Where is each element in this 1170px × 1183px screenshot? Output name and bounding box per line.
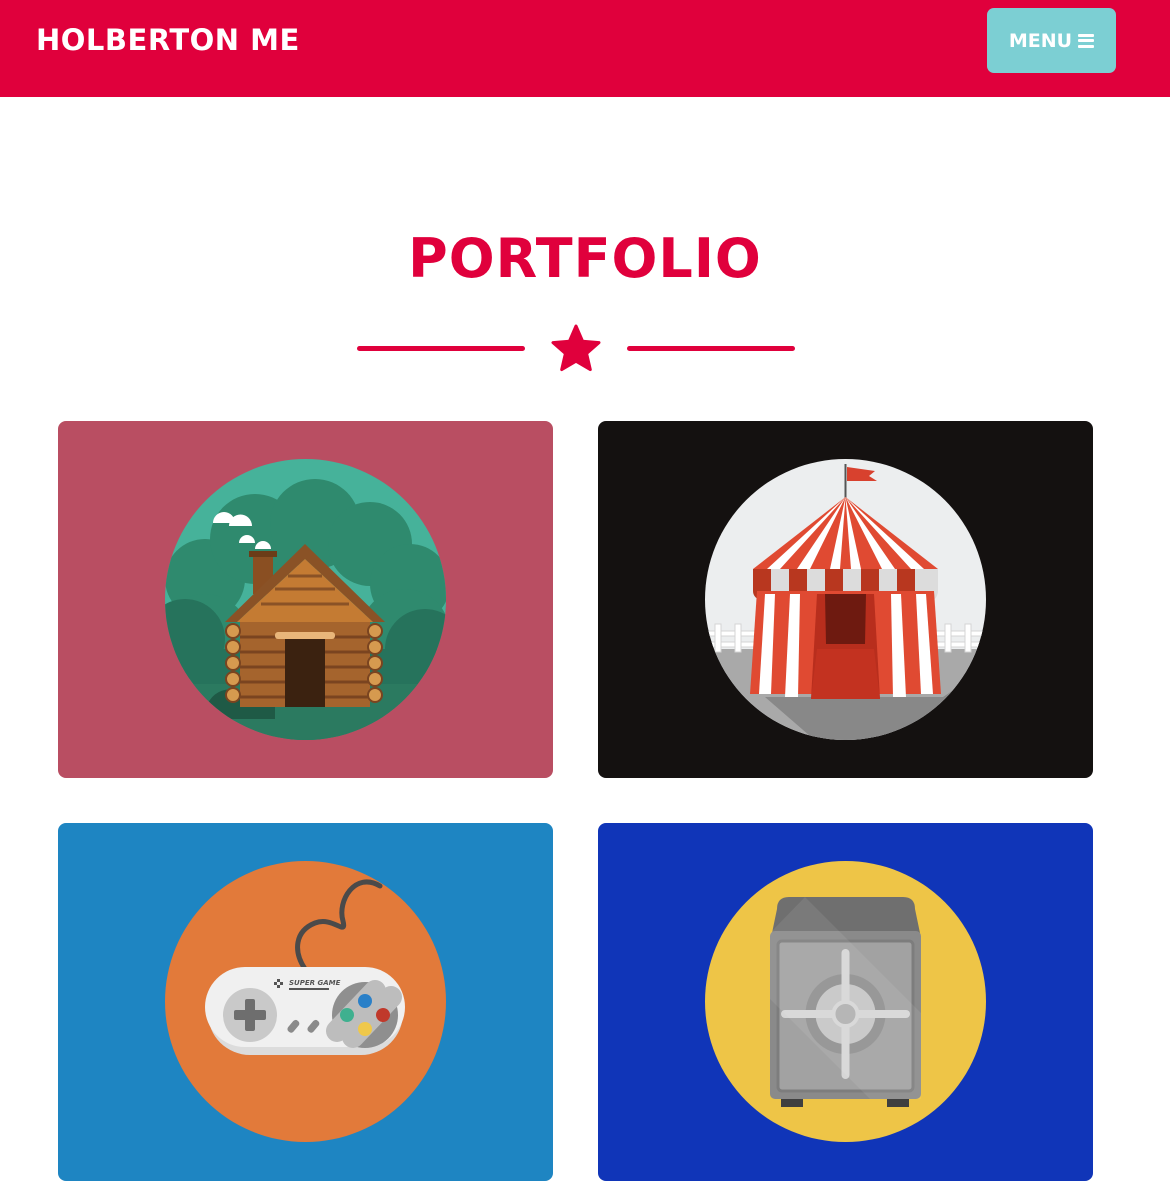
circus-tent-icon (705, 459, 986, 740)
portfolio-item-cabin[interactable] (58, 421, 553, 778)
portfolio-item-controller[interactable]: SUPER GAME (58, 823, 553, 1181)
star-icon (551, 324, 601, 372)
divider-line-left (357, 346, 525, 351)
game-controller-icon: SUPER GAME (165, 861, 446, 1142)
portfolio-item-circus[interactable] (598, 421, 1093, 778)
menu-button[interactable]: MENU (987, 8, 1116, 73)
safe-icon (705, 861, 986, 1142)
divider-line-right (627, 346, 795, 351)
controller-brand-text: SUPER GAME (289, 979, 341, 987)
portfolio-heading: PORTFOLIO (408, 227, 762, 290)
menu-label: MENU (1008, 29, 1073, 52)
bars-icon (1078, 33, 1095, 48)
portfolio-item-safe[interactable] (598, 823, 1093, 1181)
navbar: HOLBERTON ME MENU (0, 0, 1170, 97)
log-cabin-icon (165, 459, 446, 740)
brand-link[interactable]: HOLBERTON ME (36, 22, 300, 58)
